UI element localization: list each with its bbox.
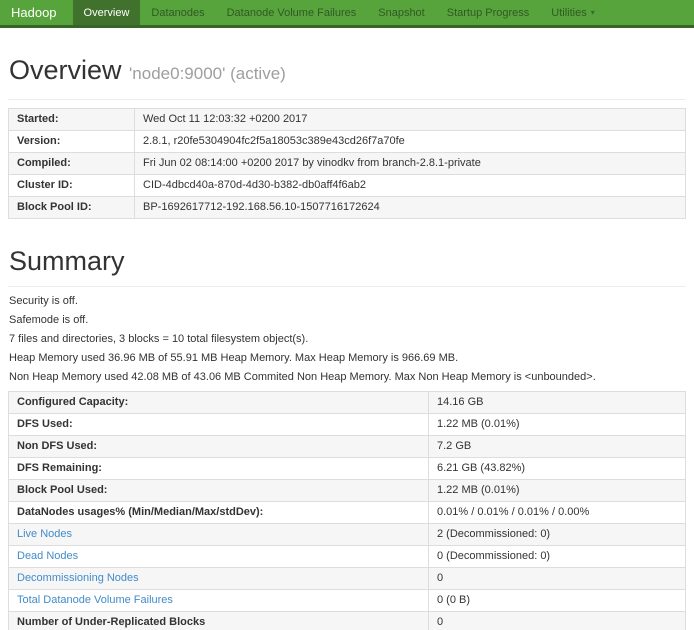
divider bbox=[8, 99, 686, 100]
nav-item-label: Startup Progress bbox=[447, 7, 530, 19]
table-row: Number of Under-Replicated Blocks 0 bbox=[9, 612, 686, 630]
hadoop-namenode-page: Hadoop Overview Datanodes Datanode Volum… bbox=[0, 0, 694, 630]
row-label: Dead Nodes bbox=[9, 546, 429, 568]
summary-text-block: Security is off. Safemode is off. 7 file… bbox=[8, 295, 686, 384]
row-value: Wed Oct 11 12:03:32 +0200 2017 bbox=[135, 109, 686, 131]
non-heap-memory-text: Non Heap Memory used 42.08 MB of 43.06 M… bbox=[9, 371, 686, 384]
row-label: Number of Under-Replicated Blocks bbox=[9, 612, 429, 630]
table-row: Compiled: Fri Jun 02 08:14:00 +0200 2017… bbox=[9, 153, 686, 175]
overview-info-table: Started: Wed Oct 11 12:03:32 +0200 2017 … bbox=[8, 108, 686, 219]
nav-item-label: Overview bbox=[84, 7, 130, 19]
row-label: DFS Used: bbox=[9, 414, 429, 436]
row-value: 14.16 GB bbox=[429, 392, 686, 414]
nav-item-overview[interactable]: Overview bbox=[73, 0, 141, 25]
row-label: Started: bbox=[9, 109, 135, 131]
row-value: 0 (0 B) bbox=[429, 590, 686, 612]
row-value: 0 (Decommissioned: 0) bbox=[429, 546, 686, 568]
table-row: Live Nodes 2 (Decommissioned: 0) bbox=[9, 524, 686, 546]
row-value: CID-4dbcd40a-870d-4d30-b382-db0aff4f6ab2 bbox=[135, 175, 686, 197]
row-value: 2 (Decommissioned: 0) bbox=[429, 524, 686, 546]
nav-item-startup-progress[interactable]: Startup Progress bbox=[436, 0, 541, 25]
nav-item-label: Snapshot bbox=[378, 7, 424, 19]
summary-stats-table: Configured Capacity: 14.16 GB DFS Used: … bbox=[8, 391, 686, 630]
row-value: BP-1692617712-192.168.56.10-150771617262… bbox=[135, 197, 686, 219]
row-value: 2.8.1, r20fe5304904fc2f5a18053c389e43cd2… bbox=[135, 131, 686, 153]
dead-nodes-link[interactable]: Dead Nodes bbox=[17, 550, 78, 562]
row-label: Version: bbox=[9, 131, 135, 153]
row-label: DFS Remaining: bbox=[9, 458, 429, 480]
row-value: 1.22 MB (0.01%) bbox=[429, 480, 686, 502]
row-label: DataNodes usages% (Min/Median/Max/stdDev… bbox=[9, 502, 429, 524]
table-row: Cluster ID: CID-4dbcd40a-870d-4d30-b382-… bbox=[9, 175, 686, 197]
overview-heading: Overview 'node0:9000' (active) bbox=[9, 55, 686, 89]
table-row: Block Pool Used: 1.22 MB (0.01%) bbox=[9, 480, 686, 502]
page-title: Overview bbox=[9, 55, 122, 85]
row-value: 6.21 GB (43.82%) bbox=[429, 458, 686, 480]
row-value: 0 bbox=[429, 568, 686, 590]
row-label: Non DFS Used: bbox=[9, 436, 429, 458]
divider bbox=[8, 286, 686, 287]
row-value: 1.22 MB (0.01%) bbox=[429, 414, 686, 436]
live-nodes-link[interactable]: Live Nodes bbox=[17, 528, 72, 540]
table-row: Configured Capacity: 14.16 GB bbox=[9, 392, 686, 414]
table-row: DFS Used: 1.22 MB (0.01%) bbox=[9, 414, 686, 436]
row-label: Decommissioning Nodes bbox=[9, 568, 429, 590]
summary-heading: Summary bbox=[9, 246, 686, 276]
nav-item-datanode-volume-failures[interactable]: Datanode Volume Failures bbox=[216, 0, 368, 25]
hadoop-brand[interactable]: Hadoop bbox=[0, 0, 73, 25]
top-navbar: Hadoop Overview Datanodes Datanode Volum… bbox=[0, 0, 694, 28]
total-datanode-volume-failures-link[interactable]: Total Datanode Volume Failures bbox=[17, 594, 173, 606]
table-row: Version: 2.8.1, r20fe5304904fc2f5a18053c… bbox=[9, 131, 686, 153]
heap-memory-text: Heap Memory used 36.96 MB of 55.91 MB He… bbox=[9, 352, 686, 365]
decommissioning-nodes-link[interactable]: Decommissioning Nodes bbox=[17, 572, 139, 584]
nav-item-snapshot[interactable]: Snapshot bbox=[367, 0, 435, 25]
security-status-text: Security is off. bbox=[9, 295, 686, 308]
row-label: Block Pool Used: bbox=[9, 480, 429, 502]
nav-item-label: Datanode Volume Failures bbox=[227, 7, 357, 19]
row-label: Block Pool ID: bbox=[9, 197, 135, 219]
nav-item-utilities[interactable]: Utilities ▾ bbox=[540, 0, 605, 25]
nav-item-datanodes[interactable]: Datanodes bbox=[140, 0, 215, 25]
row-label: Configured Capacity: bbox=[9, 392, 429, 414]
row-label: Live Nodes bbox=[9, 524, 429, 546]
table-row: Block Pool ID: BP-1692617712-192.168.56.… bbox=[9, 197, 686, 219]
namenode-address-subtitle: 'node0:9000' (active) bbox=[129, 64, 286, 83]
filesystem-objects-text: 7 files and directories, 3 blocks = 10 t… bbox=[9, 333, 686, 346]
row-value: 0.01% / 0.01% / 0.01% / 0.00% bbox=[429, 502, 686, 524]
row-value: 7.2 GB bbox=[429, 436, 686, 458]
table-row: Non DFS Used: 7.2 GB bbox=[9, 436, 686, 458]
row-label: Cluster ID: bbox=[9, 175, 135, 197]
row-value: Fri Jun 02 08:14:00 +0200 2017 by vinodk… bbox=[135, 153, 686, 175]
table-row: Total Datanode Volume Failures 0 (0 B) bbox=[9, 590, 686, 612]
table-row: Started: Wed Oct 11 12:03:32 +0200 2017 bbox=[9, 109, 686, 131]
row-value: 0 bbox=[429, 612, 686, 630]
nav-item-label: Utilities bbox=[551, 7, 586, 19]
chevron-down-icon: ▾ bbox=[591, 8, 595, 17]
table-row: Decommissioning Nodes 0 bbox=[9, 568, 686, 590]
row-label: Compiled: bbox=[9, 153, 135, 175]
row-label: Total Datanode Volume Failures bbox=[9, 590, 429, 612]
safemode-status-text: Safemode is off. bbox=[9, 314, 686, 327]
nav-item-label: Datanodes bbox=[151, 7, 204, 19]
table-row: DFS Remaining: 6.21 GB (43.82%) bbox=[9, 458, 686, 480]
table-row: DataNodes usages% (Min/Median/Max/stdDev… bbox=[9, 502, 686, 524]
table-row: Dead Nodes 0 (Decommissioned: 0) bbox=[9, 546, 686, 568]
